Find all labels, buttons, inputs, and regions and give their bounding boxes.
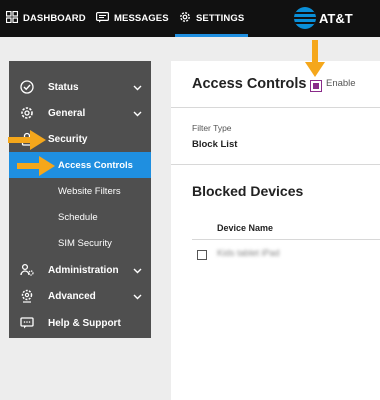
settings-sidebar: Status General Security Access Controls … bbox=[9, 61, 151, 338]
annotation-arrow-right-icon bbox=[8, 130, 46, 150]
gear-icon bbox=[20, 106, 34, 120]
filter-type-value[interactable]: Block List bbox=[192, 139, 237, 150]
access-controls-title: Access Controls bbox=[192, 76, 307, 92]
chevron-down-icon bbox=[133, 83, 142, 94]
sidebar-item-advanced[interactable]: Advanced bbox=[9, 283, 151, 309]
sidebar-item-general[interactable]: General bbox=[9, 100, 151, 126]
active-tab-indicator bbox=[175, 34, 249, 37]
chat-bubble-icon bbox=[20, 316, 34, 330]
sidebar-subitem-schedule[interactable]: Schedule bbox=[9, 204, 151, 230]
nav-dashboard-label: DASHBOARD bbox=[23, 13, 86, 24]
sidebar-item-label: Security bbox=[48, 133, 88, 145]
advanced-gear-icon bbox=[20, 289, 34, 303]
sidebar-item-administration[interactable]: Administration bbox=[9, 257, 151, 283]
checkbox-checked-mark bbox=[313, 83, 319, 89]
enable-checkbox[interactable] bbox=[310, 80, 322, 92]
nav-messages-label: MESSAGES bbox=[114, 13, 169, 24]
sidebar-subitem-label: Website Filters bbox=[58, 185, 121, 197]
users-gear-icon bbox=[20, 263, 34, 277]
device-name-cell: Kids tablet iPad bbox=[217, 248, 280, 258]
sidebar-subitem-label: Schedule bbox=[58, 211, 98, 223]
section-divider bbox=[171, 164, 380, 165]
sidebar-item-label: Administration bbox=[48, 264, 119, 276]
sidebar-item-label: Status bbox=[48, 81, 79, 93]
sidebar-subitem-label: SIM Security bbox=[58, 237, 112, 249]
device-name-column-header: Device Name bbox=[217, 223, 274, 233]
dashboard-icon bbox=[5, 10, 19, 26]
nav-dashboard[interactable]: DASHBOARD bbox=[5, 0, 86, 37]
sidebar-subitem-label: Access Controls bbox=[58, 159, 133, 171]
annotation-arrow-right-icon bbox=[17, 156, 55, 176]
brand-logo: AT&T bbox=[294, 5, 353, 31]
nav-messages[interactable]: MESSAGES bbox=[96, 0, 169, 37]
sidebar-subitem-website-filters[interactable]: Website Filters bbox=[9, 178, 151, 204]
blocked-devices-title: Blocked Devices bbox=[192, 183, 304, 199]
chevron-down-icon bbox=[133, 109, 142, 120]
filter-type-label: Filter Type bbox=[192, 123, 232, 133]
top-navigation-bar: DASHBOARD MESSAGES SETTINGS AT&T bbox=[0, 0, 380, 37]
sidebar-subitem-sim-security[interactable]: SIM Security bbox=[9, 230, 151, 256]
nav-settings[interactable]: SETTINGS bbox=[175, 0, 249, 37]
enable-label: Enable bbox=[326, 78, 356, 89]
device-row-checkbox[interactable] bbox=[197, 250, 207, 260]
sidebar-item-label: Advanced bbox=[48, 290, 96, 302]
section-divider bbox=[171, 107, 380, 108]
gear-icon bbox=[179, 11, 191, 26]
main-content-panel: Access Controls Enable Filter Type Block… bbox=[171, 61, 380, 400]
sidebar-item-label: General bbox=[48, 107, 86, 119]
sidebar-item-help-support[interactable]: Help & Support bbox=[9, 310, 151, 336]
annotation-arrow-down-icon bbox=[305, 40, 325, 77]
check-circle-icon bbox=[20, 80, 34, 94]
sidebar-item-label: Help & Support bbox=[48, 317, 121, 329]
sidebar-item-status[interactable]: Status bbox=[9, 74, 151, 100]
nav-settings-label: SETTINGS bbox=[196, 13, 245, 24]
chevron-down-icon bbox=[133, 266, 142, 277]
table-header-divider bbox=[192, 239, 380, 240]
att-globe-icon bbox=[294, 7, 316, 29]
message-icon bbox=[96, 11, 110, 26]
brand-name: AT&T bbox=[319, 10, 353, 26]
chevron-down-icon bbox=[133, 292, 142, 303]
